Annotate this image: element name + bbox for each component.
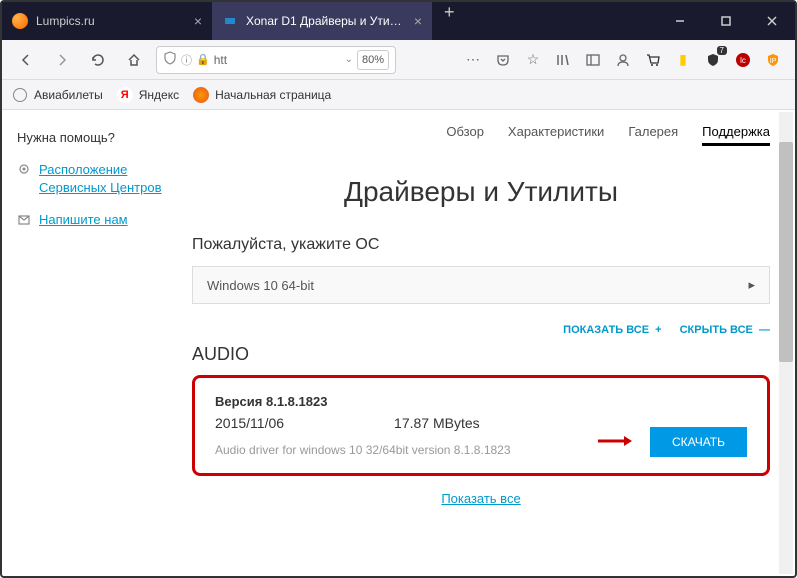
back-button[interactable] [12, 46, 40, 74]
library-icon[interactable] [551, 48, 575, 72]
bookmark-yandex[interactable]: Я Яндекс [117, 87, 179, 103]
cart-icon[interactable] [641, 48, 665, 72]
window-titlebar: Lumpics.ru × Xonar D1 Драйверы и Утилиты… [2, 2, 795, 40]
minimize-button[interactable] [657, 2, 703, 40]
sidebar-icon[interactable] [581, 48, 605, 72]
pocket-icon[interactable] [491, 48, 515, 72]
section-controls: ПОКАЗАТЬ ВСЕ + СКРЫТЬ ВСЕ — [192, 324, 770, 336]
extension-lc-icon[interactable]: lc [731, 48, 755, 72]
window-controls [657, 2, 795, 40]
home-button[interactable] [120, 46, 148, 74]
driver-size: 17.87 MBytes [394, 415, 480, 431]
close-window-button[interactable] [749, 2, 795, 40]
info-icon[interactable]: ⓘ [181, 52, 192, 68]
more-icon[interactable]: ⋯ [461, 48, 485, 72]
bookmark-label: Авиабилеты [34, 88, 103, 102]
driver-version: Версия 8.1.8.1823 [215, 394, 596, 409]
forward-button[interactable] [48, 46, 76, 74]
page-content: Нужна помощь? Расположение Сервисных Цен… [2, 110, 795, 576]
sidebar-link-service-centers[interactable]: Расположение Сервисных Центров [17, 161, 167, 197]
sidebar-title: Нужна помощь? [17, 130, 167, 145]
driver-card: Версия 8.1.8.1823 2015/11/06 17.87 MByte… [192, 375, 770, 476]
tab-xonar[interactable]: Xonar D1 Драйверы и Утилиты × [212, 2, 432, 40]
sidebar-link-label: Расположение Сервисных Центров [39, 161, 167, 197]
url-input[interactable] [214, 53, 341, 67]
driver-info: Версия 8.1.8.1823 2015/11/06 17.87 MByte… [215, 394, 596, 457]
sidebar-link-contact[interactable]: Напишите нам [17, 211, 167, 232]
page-title: Драйверы и Утилиты [192, 176, 770, 208]
os-label: Пожалуйста, укажите ОС [192, 236, 770, 254]
arrow-annotation-icon [596, 429, 636, 455]
driver-meta: 2015/11/06 17.87 MBytes [215, 415, 596, 431]
close-icon[interactable]: × [194, 13, 202, 29]
help-sidebar: Нужна помощь? Расположение Сервисных Цен… [2, 110, 182, 576]
new-tab-button[interactable]: + [432, 2, 467, 40]
main-content: Обзор Характеристики Галерея Поддержка Д… [182, 110, 795, 576]
os-selected-value: Windows 10 64-bit [207, 278, 314, 293]
svg-text:lc: lc [740, 56, 746, 65]
account-icon[interactable] [611, 48, 635, 72]
download-button[interactable]: СКАЧАТЬ [650, 427, 747, 457]
bookmark-label: Яндекс [139, 88, 179, 102]
driver-description: Audio driver for windows 10 32/64bit ver… [215, 443, 596, 457]
location-icon [17, 163, 31, 182]
sidebar-link-label: Напишите нам [39, 211, 128, 229]
caret-down-icon: ▸ [748, 277, 755, 293]
maximize-button[interactable] [703, 2, 749, 40]
svg-text:IP: IP [770, 58, 777, 65]
address-bar[interactable]: ⓘ 🔒 ⌄ 80% [156, 46, 396, 74]
star-icon[interactable]: ☆ [521, 48, 545, 72]
nav-gallery[interactable]: Галерея [628, 124, 678, 146]
extension-shield-icon[interactable]: 7 [701, 48, 725, 72]
reload-button[interactable] [84, 46, 112, 74]
lock-icon: 🔒 [196, 53, 210, 66]
os-selector[interactable]: Windows 10 64-bit ▸ [192, 266, 770, 304]
globe-icon [12, 87, 28, 103]
lumpics-favicon-icon [12, 13, 28, 29]
shield-icon[interactable] [163, 51, 177, 68]
tab-title: Xonar D1 Драйверы и Утилиты [246, 14, 406, 28]
section-title-audio: AUDIO [192, 344, 770, 365]
mail-icon [17, 213, 31, 232]
bookmark-label: Начальная страница [215, 88, 331, 102]
tab-strip: Lumpics.ru × Xonar D1 Драйверы и Утилиты… [2, 2, 657, 40]
tab-title: Lumpics.ru [36, 14, 186, 28]
hide-all-button[interactable]: СКРЫТЬ ВСЕ — [680, 324, 770, 336]
bookmark-aviabilety[interactable]: Авиабилеты [12, 87, 103, 103]
tab-lumpics[interactable]: Lumpics.ru × [2, 2, 212, 40]
bookmarks-bar: Авиабилеты Я Яндекс Начальная страница [2, 80, 795, 110]
zoom-indicator[interactable]: 80% [357, 50, 389, 70]
product-nav: Обзор Характеристики Галерея Поддержка [192, 110, 770, 160]
show-all-link[interactable]: Показать все [441, 491, 520, 506]
driver-date: 2015/11/06 [215, 415, 284, 431]
close-icon[interactable]: × [414, 13, 422, 29]
bookmark-flag-icon[interactable]: ▮ [671, 48, 695, 72]
nav-specs[interactable]: Характеристики [508, 124, 604, 146]
asus-favicon-icon [222, 13, 238, 29]
nav-overview[interactable]: Обзор [446, 124, 484, 146]
scrollbar-thumb[interactable] [779, 142, 793, 362]
browser-toolbar: ⓘ 🔒 ⌄ 80% ⋯ ☆ ▮ 7 lc IP [2, 40, 795, 80]
nav-support[interactable]: Поддержка [702, 124, 770, 146]
yandex-icon: Я [117, 87, 133, 103]
vertical-scrollbar[interactable] [779, 112, 793, 574]
firefox-icon [193, 87, 209, 103]
dropdown-icon[interactable]: ⌄ [345, 54, 353, 65]
show-all-footer: Показать все [192, 490, 770, 508]
extension-ip-icon[interactable]: IP [761, 48, 785, 72]
bookmark-startpage[interactable]: Начальная страница [193, 87, 331, 103]
show-all-button[interactable]: ПОКАЗАТЬ ВСЕ + [563, 324, 661, 336]
